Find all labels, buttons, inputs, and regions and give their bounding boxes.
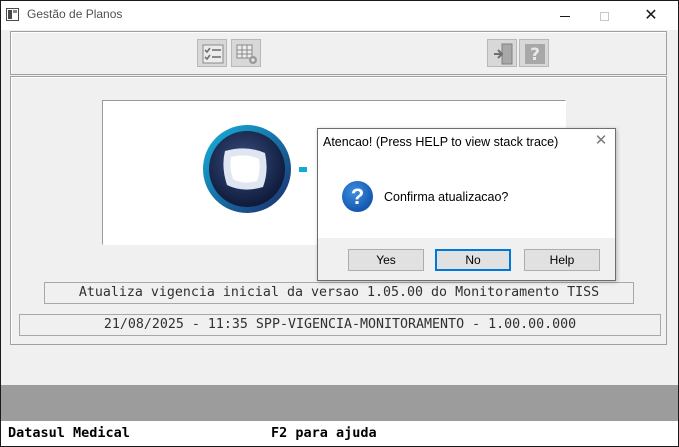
bottom-band	[1, 385, 678, 421]
checklist-icon	[202, 44, 224, 64]
status-bar: Datasul Medical F2 para ajuda	[1, 421, 678, 446]
totvs-logo	[203, 125, 307, 213]
grid-settings-icon	[236, 44, 257, 64]
window-title: Gestão de Planos	[27, 7, 123, 21]
checklist-button[interactable]	[197, 39, 227, 67]
dialog-title: Atencao! (Press HELP to view stack trace…	[323, 135, 559, 149]
yes-button[interactable]: Yes	[348, 249, 424, 271]
dialog-close-button[interactable]: ✕	[592, 132, 610, 150]
help-question-icon: ?	[525, 44, 545, 65]
maximize-button[interactable]	[581, 1, 627, 30]
app-icon	[6, 8, 19, 21]
toolbar: ?	[10, 31, 667, 75]
help-dialog-button[interactable]: Help	[524, 249, 600, 271]
maximize-icon	[599, 12, 609, 22]
help-button[interactable]: ?	[519, 39, 549, 67]
dialog-message: Confirma atualizacao?	[384, 190, 509, 204]
close-button[interactable]: ✕	[628, 1, 674, 30]
confirm-dialog: Atencao! (Press HELP to view stack trace…	[317, 128, 616, 281]
grid-settings-button[interactable]	[231, 39, 261, 67]
status-product: Datasul Medical	[8, 425, 130, 441]
question-icon: ?	[342, 181, 373, 212]
no-button[interactable]: No	[435, 249, 511, 271]
exit-door-icon	[494, 43, 513, 65]
dialog-content: Atencao! (Press HELP to view stack trace…	[318, 129, 615, 238]
process-info: 21/08/2025 - 11:35 SPP-VIGENCIA-MONITORA…	[19, 314, 661, 336]
title-bar[interactable]: Gestão de Planos ✕	[1, 1, 678, 30]
process-description: Atualiza vigencia inicial da versao 1.05…	[44, 282, 634, 304]
exit-button[interactable]	[487, 39, 517, 67]
status-help-hint: F2 para ajuda	[271, 425, 377, 441]
minimize-icon	[560, 16, 570, 18]
app-window: Gestão de Planos ✕ ? Atualiza vigencia i…	[0, 0, 679, 447]
svg-text:?: ?	[530, 45, 540, 65]
